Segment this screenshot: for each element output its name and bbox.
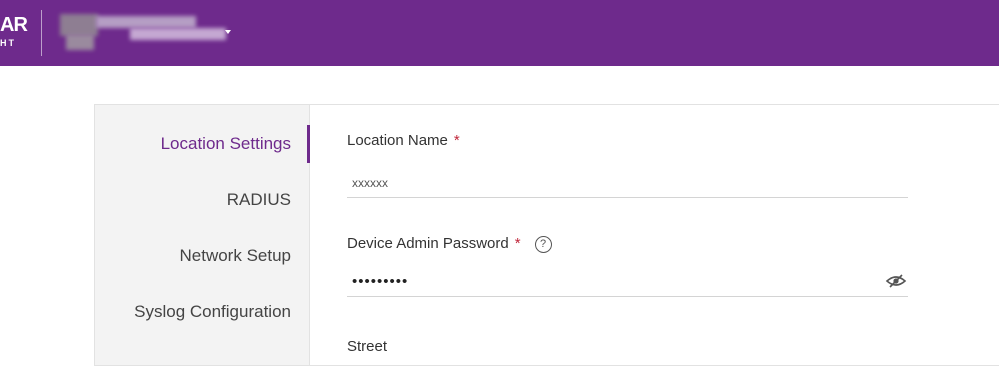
sidebar-item-syslog-configuration[interactable]: Syslog Configuration [134,302,291,322]
active-indicator [307,125,310,163]
brand-logo[interactable]: AR HT [0,12,30,52]
redacted-account-name [96,16,196,28]
help-icon[interactable]: ? [534,236,552,253]
admin-password-input[interactable] [347,267,908,297]
required-marker: * [453,132,460,149]
header-divider [41,10,42,56]
settings-sidebar: Location Settings RADIUS Network Setup S… [95,105,310,365]
eye-slash-icon[interactable] [885,273,907,289]
street-label: Street [347,338,388,355]
sidebar-item-radius[interactable]: RADIUS [227,190,291,210]
redacted-avatar-lower [66,34,94,50]
redacted-account-detail [130,28,226,40]
chevron-down-icon[interactable] [225,30,231,34]
location-name-label: Location Name * [347,132,460,149]
required-marker: * [514,235,521,252]
sidebar-item-location-settings[interactable]: Location Settings [161,134,291,154]
logo-text: AR [0,14,28,36]
logo-subtext: HT [0,38,16,48]
settings-card: Location Settings RADIUS Network Setup S… [94,104,999,366]
top-header: AR HT [0,0,999,66]
location-name-input[interactable] [347,168,908,198]
admin-password-label-text: Device Admin Password [347,235,509,252]
admin-password-label: Device Admin Password *? [347,235,552,253]
location-settings-form: Location Name * Device Admin Password *? S… [347,105,909,365]
redacted-avatar [60,14,98,36]
account-selector[interactable] [60,14,240,52]
sidebar-item-network-setup[interactable]: Network Setup [180,246,292,266]
location-name-label-text: Location Name [347,132,448,149]
